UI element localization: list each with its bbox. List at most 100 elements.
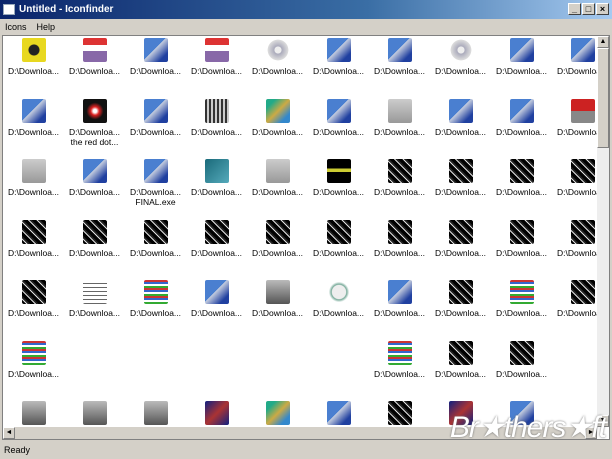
icon-item[interactable]: D:\Downloa... <box>247 38 308 76</box>
icon-label: D:\Downloa... <box>68 247 121 258</box>
icon-item[interactable]: D:\Downloa... <box>491 219 552 258</box>
icon-item[interactable]: D:\Downloa... <box>247 280 308 318</box>
dark-file-icon <box>570 159 595 183</box>
icon-item[interactable]: D:\Downloa... <box>308 98 369 137</box>
icon-item[interactable]: D:\Downloa... <box>64 280 125 318</box>
icon-label: D:\Downloa... <box>373 126 426 137</box>
icon-item[interactable]: D:\Downloa... the red dot... <box>64 98 125 147</box>
icon-item[interactable]: D:\Downloa... <box>369 280 430 318</box>
cd-file-icon <box>265 38 290 62</box>
icon-item[interactable]: D:\Downloa... <box>125 38 186 76</box>
icon-label: D:\Downloa... <box>434 187 487 197</box>
icon-item[interactable]: D:\Downloa... FINAL.exe <box>125 159 186 207</box>
icon-item[interactable] <box>186 401 247 425</box>
icon-list-view: D:\Downloa... D:\Downloa... D:\Downloa... D… <box>2 35 610 440</box>
icon-item[interactable]: D:\Downloa... <box>308 159 369 197</box>
icon-item[interactable]: D:\Downloa... <box>369 340 430 379</box>
window-title: Untitled - Iconfinder <box>19 4 114 15</box>
icon-label: D:\Downloa... <box>312 247 365 258</box>
icon-label: D:\Downloa... <box>190 308 243 318</box>
map-file-icon <box>265 401 290 425</box>
icon-item[interactable]: D:\Downloa... <box>430 159 491 197</box>
icon-item[interactable]: D:\Downloa... <box>430 340 491 379</box>
icon-item[interactable]: D:\Downloa... <box>64 38 125 76</box>
setup-file-icon <box>509 98 534 123</box>
icon-label: D:\Downloa... <box>434 66 487 76</box>
icon-item[interactable] <box>369 401 430 425</box>
icon-item[interactable]: D:\Downloa... <box>64 159 125 197</box>
icon-item[interactable]: D:\Downloa... <box>125 280 186 318</box>
icon-item[interactable]: D:\Downloa... <box>186 98 247 137</box>
menu-help[interactable]: Help <box>37 22 56 32</box>
dark-file-icon <box>448 159 473 183</box>
icon-item[interactable]: D:\Downloa... <box>3 340 64 379</box>
icon-item[interactable]: D:\Downloa... <box>186 280 247 318</box>
icon-item[interactable]: D:\Downloa... <box>369 38 430 76</box>
icon-item[interactable]: D:\Downloa... <box>308 219 369 258</box>
icon-item[interactable]: D:\Downloa... <box>369 159 430 197</box>
icon-item[interactable]: D:\Downloa... <box>186 159 247 197</box>
icon-label: D:\Downloa... <box>495 66 548 76</box>
icon-item[interactable]: D:\Downloa... <box>3 38 64 76</box>
icon-item[interactable]: D:\Downloa... <box>186 38 247 76</box>
icon-item[interactable]: D:\Downloa... <box>491 280 552 318</box>
icon-item[interactable]: D:\Downloa... <box>308 280 369 318</box>
icon-label: D:\Downloa... <box>495 308 548 318</box>
icon-item[interactable] <box>3 401 64 425</box>
icon-item[interactable] <box>125 401 186 425</box>
icon-label: D:\Downloa... <box>129 66 182 76</box>
icon-item[interactable]: D:\Downloa... <box>369 98 430 137</box>
icon-label: D:\Downloa... <box>190 126 243 137</box>
vertical-scrollbar[interactable]: ▲ ▼ <box>597 36 609 427</box>
icon-item[interactable]: D:\Downloa... <box>247 219 308 258</box>
icon-item[interactable]: D:\Downloa... <box>125 219 186 258</box>
vertical-scroll-thumb[interactable] <box>597 48 609 148</box>
icon-item[interactable] <box>64 401 125 425</box>
icon-item[interactable]: D:\Downloa... <box>430 38 491 76</box>
list-file-icon <box>82 280 107 304</box>
scroll-left-button[interactable]: ◄ <box>3 427 15 439</box>
icon-item[interactable]: D:\Downloa... <box>491 38 552 76</box>
icon-item[interactable]: D:\Downloa... <box>247 159 308 197</box>
setup-file-icon <box>143 159 168 183</box>
icon-item[interactable]: D:\Downloa... <box>491 159 552 197</box>
icon-item[interactable]: D:\Downloa... <box>430 219 491 258</box>
icon-label: D:\Downloa... <box>373 187 426 197</box>
icon-item[interactable]: D:\Downloa... <box>369 219 430 258</box>
icon-label: D:\Downloa... <box>68 308 121 318</box>
icon-item[interactable]: D:\Downloa... <box>491 340 552 379</box>
icon-item[interactable]: D:\Downloa... <box>430 280 491 318</box>
icon-item[interactable]: D:\Downloa... <box>247 98 308 137</box>
icon-label: D:\Downloa... <box>251 126 304 137</box>
menu-icons[interactable]: Icons <box>5 22 27 32</box>
icon-item[interactable]: D:\Downloa... <box>3 98 64 137</box>
setup-file-icon <box>143 38 168 62</box>
setup-file-icon <box>21 98 46 123</box>
icon-item[interactable]: D:\Downloa... <box>430 98 491 137</box>
icon-label: D:\Downloa... <box>373 308 426 318</box>
minimize-button[interactable]: _ <box>568 3 581 15</box>
icon-label: D:\Downloa... <box>190 247 243 258</box>
icon-item[interactable]: D:\Downloa... <box>3 280 64 318</box>
color-file-icon <box>509 280 534 304</box>
maximize-button[interactable]: □ <box>582 3 595 15</box>
icon-item[interactable]: D:\Downloa... <box>491 98 552 137</box>
icon-label: D:\Downloa... <box>251 247 304 258</box>
icon-item[interactable] <box>308 401 369 425</box>
icon-label: D:\Downloa... <box>373 368 426 379</box>
ship-file-icon <box>82 401 107 425</box>
icon-item[interactable]: D:\Downloa... <box>186 219 247 258</box>
icon-item[interactable]: D:\Downloa... <box>3 219 64 258</box>
icon-label: D:\Downloa... <box>312 308 365 318</box>
icon-label: D:\Downloa... <box>434 126 487 137</box>
icon-item[interactable]: D:\Downloa... <box>64 219 125 258</box>
gray-file-icon <box>387 98 412 123</box>
icon-item[interactable]: D:\Downloa... <box>3 159 64 197</box>
scroll-up-button[interactable]: ▲ <box>597 36 609 48</box>
icon-item[interactable] <box>247 401 308 425</box>
icon-item[interactable]: D:\Downloa... <box>125 98 186 137</box>
setup-file-icon <box>448 98 473 123</box>
icon-item[interactable]: D:\Downloa... <box>308 38 369 76</box>
close-button[interactable]: × <box>596 3 609 15</box>
dark-file-icon <box>387 159 412 183</box>
